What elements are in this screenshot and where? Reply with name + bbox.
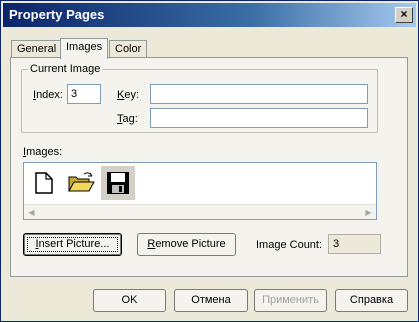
image-item[interactable] [27, 166, 61, 200]
tag-field[interactable] [150, 108, 368, 128]
tag-label: Tag: [117, 113, 138, 125]
image-count-label: Image Count: [256, 239, 323, 251]
image-item-selected[interactable] [101, 166, 135, 200]
image-count-field: 3 [328, 234, 381, 254]
current-image-group: Current Image Index: 3 Key: Tag: [21, 63, 378, 133]
apply-button[interactable]: Применить [254, 289, 327, 312]
remove-picture-button[interactable]: Remove Picture [137, 233, 236, 256]
close-button[interactable]: × [395, 7, 413, 23]
insert-picture-button[interactable]: Insert Picture... [23, 233, 122, 256]
floppy-disk-icon [107, 172, 129, 194]
title-bar: Property Pages × [3, 3, 416, 27]
blank-document-icon [35, 172, 53, 194]
index-field[interactable]: 3 [67, 84, 101, 104]
current-image-group-label: Current Image [28, 63, 103, 75]
ok-button[interactable]: OK [93, 289, 166, 312]
tab-images[interactable]: Images [60, 38, 109, 59]
images-list[interactable]: ◀ ▶ [23, 162, 377, 220]
images-label: Images: [23, 146, 63, 158]
images-tab-panel: Current Image Index: 3 Key: Tag: Images: [10, 57, 408, 277]
tab-general[interactable]: General [11, 40, 63, 58]
open-folder-icon [68, 172, 95, 192]
image-item[interactable] [64, 166, 98, 200]
cancel-button[interactable]: Отмена [174, 289, 248, 312]
tab-color[interactable]: Color [109, 40, 148, 58]
key-field[interactable] [150, 84, 368, 104]
scroll-right-icon[interactable]: ▶ [362, 206, 375, 219]
images-horizontal-scrollbar[interactable]: ◀ ▶ [24, 204, 376, 219]
property-pages-window: Property Pages × General Images Color Cu… [0, 0, 419, 322]
help-button[interactable]: Справка [335, 289, 408, 312]
key-label: Key: [117, 89, 140, 101]
index-label: Index: [33, 89, 63, 101]
window-title: Property Pages [9, 7, 105, 22]
scroll-left-icon[interactable]: ◀ [25, 206, 38, 219]
